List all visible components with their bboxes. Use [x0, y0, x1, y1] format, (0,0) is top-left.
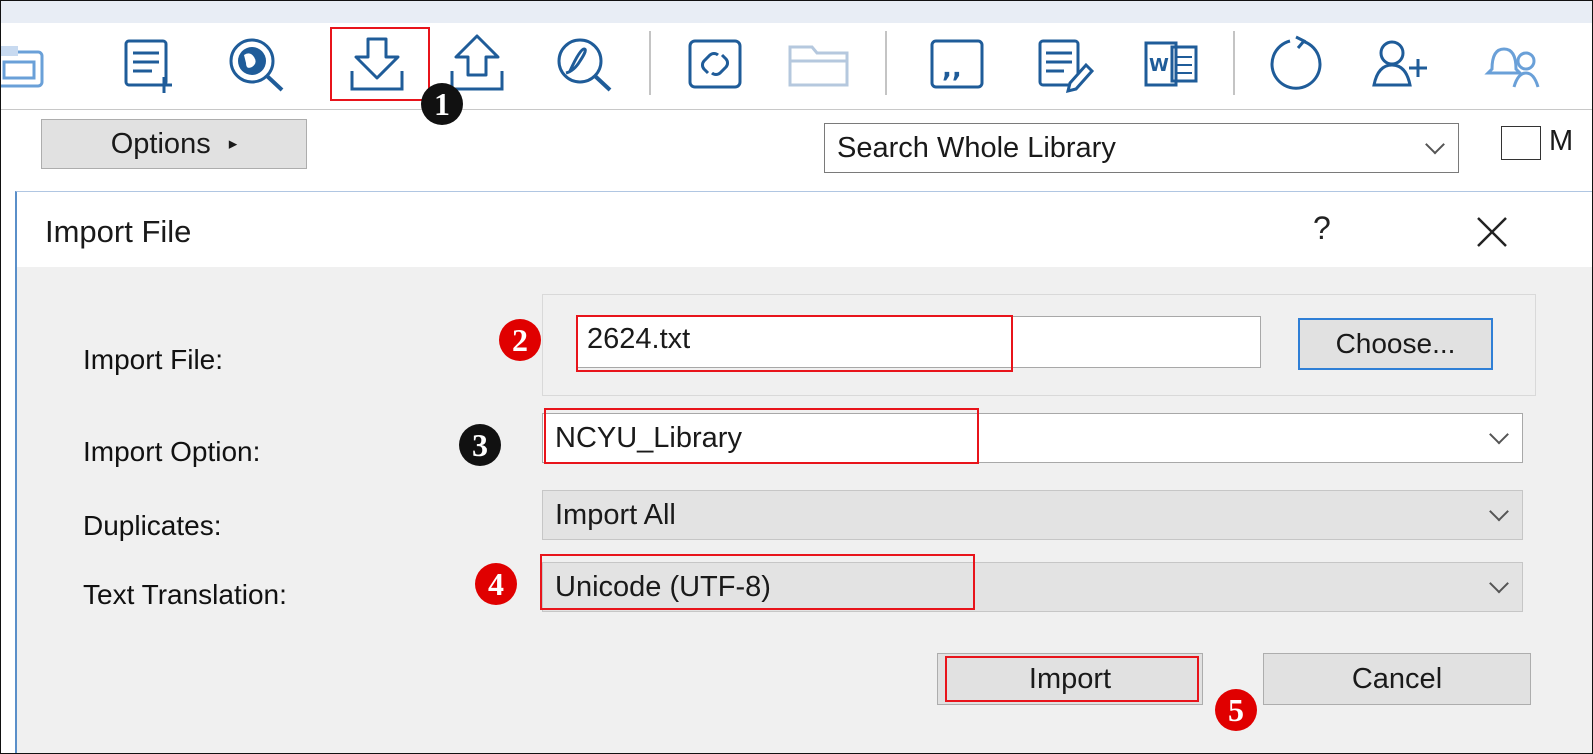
insert-citation-icon[interactable]: ,,: [919, 28, 995, 100]
import-file-highlight: [576, 315, 1013, 372]
match-case-checkbox[interactable]: [1501, 126, 1541, 160]
import-file-label: Import File:: [83, 344, 224, 375]
search-scope-value: Search Whole Library: [837, 131, 1116, 164]
format-bibliography-icon[interactable]: [1027, 28, 1103, 100]
options-button[interactable]: Options ▸: [41, 119, 307, 169]
step-marker-1: 1: [421, 83, 463, 125]
cancel-button[interactable]: Cancel: [1263, 653, 1531, 705]
step-marker-2: 2: [499, 319, 541, 361]
import-option-label: Import Option:: [83, 436, 261, 467]
toolbar-top-strip: [1, 1, 1592, 23]
online-search-icon[interactable]: [219, 28, 295, 100]
copy-to-library-icon[interactable]: [1, 28, 57, 100]
new-reference-icon[interactable]: [109, 28, 185, 100]
duplicates-label: Duplicates:: [83, 510, 222, 541]
svg-text:,,: ,,: [942, 54, 962, 84]
share-library-icon[interactable]: [1363, 28, 1439, 100]
search-scope-select[interactable]: Search Whole Library: [824, 123, 1459, 173]
open-file-icon[interactable]: [781, 28, 857, 100]
toolbar-divider: [885, 31, 887, 95]
text-translation-label: Text Translation:: [83, 579, 287, 610]
toolbar-divider: [649, 31, 651, 95]
dialog-title-bar: Import File ?: [17, 192, 1592, 267]
import-option-highlight: [544, 408, 979, 464]
open-link-icon[interactable]: [677, 28, 753, 100]
match-case-label: M: [1549, 125, 1574, 157]
chevron-down-icon: [1425, 134, 1445, 155]
duplicates-select[interactable]: Import All: [542, 490, 1523, 540]
find-full-text-icon[interactable]: [547, 28, 623, 100]
chevron-down-icon: [1489, 501, 1509, 522]
duplicates-value: Import All: [555, 498, 676, 531]
notifications-icon[interactable]: [1471, 28, 1547, 100]
import-highlight: [330, 27, 430, 101]
import-file-dialog: Import File ? Import File: 2624.txt Choo…: [15, 191, 1592, 753]
toolbar-divider: [1233, 31, 1235, 95]
sync-icon[interactable]: [1259, 28, 1335, 100]
dialog-title: Import File: [45, 214, 192, 249]
return-to-word-icon[interactable]: W: [1133, 28, 1209, 100]
step-marker-5: 5: [1215, 689, 1257, 731]
close-icon[interactable]: [1470, 210, 1514, 254]
help-button[interactable]: ?: [1313, 210, 1331, 247]
import-button-highlight: [945, 656, 1199, 702]
step-marker-3: 3: [459, 424, 501, 466]
options-label: Options: [110, 127, 211, 160]
app-window: ,, W 1 Options ▸ Search Whole Library M: [0, 0, 1593, 754]
svg-text:W: W: [1149, 55, 1169, 76]
options-arrow-icon: ▸: [228, 134, 238, 153]
chevron-down-icon: [1489, 573, 1509, 594]
text-translation-highlight: [540, 554, 975, 610]
step-marker-4: 4: [475, 563, 517, 605]
choose-button[interactable]: Choose...: [1298, 318, 1493, 370]
toolbar: ,, W: [1, 1, 1592, 110]
chevron-down-icon: [1489, 424, 1509, 445]
